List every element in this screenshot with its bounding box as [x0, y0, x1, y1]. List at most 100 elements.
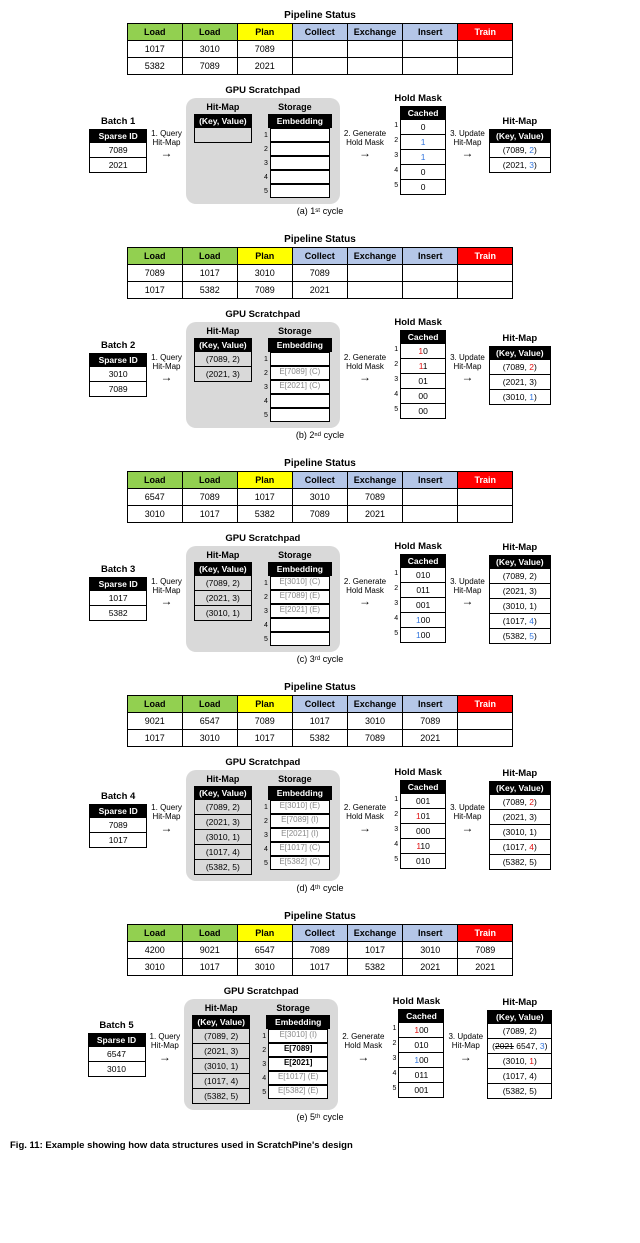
pipeline-cell: 1017 [237, 489, 292, 506]
row-num: 2 [390, 811, 398, 826]
storage-cell: E[2021] (C) [270, 380, 330, 394]
pipeline-cell: 2021 [347, 506, 403, 523]
row-num: 2 [260, 146, 268, 153]
pipeline-cell: 1017 [347, 942, 403, 959]
pipeline-title: Pipeline Status [10, 10, 630, 21]
row-num: 3 [390, 826, 398, 841]
pipeline-header: Load [182, 696, 237, 713]
pipeline-cell [347, 265, 403, 282]
hitmap-out: (Key, Value)(7089, 2)(2021, 3)(3010, 1) [489, 346, 551, 405]
hitmap-in: (Key, Value)(7089, 2)(2021, 3)(3010, 1)(… [192, 1015, 250, 1104]
holdmask-cell: 0 [401, 164, 446, 179]
hitmap-out-title: Hit-Map [502, 333, 537, 344]
row-num: 5 [390, 182, 398, 197]
hitmap-in: (Key, Value)(7089, 2)(2021, 3) [194, 338, 252, 382]
pipeline-cell: 3010 [127, 506, 182, 523]
holdmask-table: Cached1011010000 [400, 330, 446, 419]
pipeline-cell: 7089 [292, 942, 347, 959]
row-num: 1 [260, 132, 268, 139]
scratchpad-title: GPU Scratchpad [225, 533, 300, 544]
row-num: 1 [388, 1025, 396, 1040]
storage-sub: Storage [278, 102, 312, 112]
storage-cell [270, 618, 330, 632]
pipeline-table: LoadLoadPlanCollectExchangeInsertTrain10… [127, 23, 514, 75]
pipeline-cell: 7089 [292, 506, 347, 523]
hitmap-out-title: Hit-Map [502, 116, 537, 127]
pipeline-cell [403, 282, 458, 299]
pipeline-cell: 5382 [182, 282, 237, 299]
holdmask-title: Hold Mask [393, 996, 441, 1007]
storage-sub: Storage [278, 774, 312, 784]
pipeline-cell: 7089 [237, 713, 292, 730]
pipeline-header: Load [127, 925, 182, 942]
pipeline-cell: 1017 [292, 959, 347, 976]
hitmap-out-cell: (1017, 4) [489, 840, 550, 855]
holdmask-cell: 010 [401, 854, 446, 869]
pipeline-cell: 2021 [403, 959, 458, 976]
storage-header: Embedding [268, 338, 332, 352]
pipeline-header: Exchange [347, 24, 403, 41]
pipeline-cell: 7089 [347, 730, 403, 747]
cycle-caption: (d) 4ᵗʰ cycle [10, 883, 630, 893]
pipeline-cell [403, 506, 458, 523]
storage-cell: E[5382] (E) [268, 1085, 328, 1099]
hitmap-in: (Key, Value) [194, 114, 252, 143]
pipeline-header: Insert [403, 24, 458, 41]
row-num: 5 [260, 636, 268, 643]
storage-cell: E[1017] (C) [270, 842, 330, 856]
holdmask-table: Cached01100 [400, 106, 446, 195]
hitmap-in-cell: (5382, 5) [194, 860, 251, 875]
batch-table-cell: 5382 [90, 606, 147, 621]
figure-caption: Fig. 11: Example showing how data struct… [10, 1140, 630, 1151]
batch-table-cell: 3010 [90, 367, 147, 382]
pipeline-cell [403, 489, 458, 506]
pipeline-cell: 1017 [182, 959, 237, 976]
holdmask-cell: 001 [401, 597, 446, 612]
holdmask-cell: 0 [401, 179, 446, 194]
pipeline-cell [403, 265, 458, 282]
pipeline-cell: 5382 [347, 959, 403, 976]
pipeline-header: Collect [292, 24, 347, 41]
pipeline-header: Collect [292, 696, 347, 713]
storage-cell: E[3010] (E) [270, 800, 330, 814]
holdmask-cell: 001 [401, 794, 446, 809]
batch-label: Batch 4 [101, 791, 135, 802]
row-num: 4 [390, 391, 398, 406]
pipeline-cell [458, 506, 513, 523]
storage-cell [270, 128, 330, 142]
hitmap-out-cell: (5382, 5) [489, 855, 550, 870]
hitmap-out-cell: (2021, 3) [489, 583, 550, 598]
hitmap-out-cell: (2021, 3) [489, 810, 550, 825]
batch-table-cell: 7089 [90, 382, 147, 397]
hitmap-in-cell: (5382, 5) [193, 1089, 250, 1104]
hitmap-out-cell: (2021, 3) [489, 374, 550, 389]
row-num: 1 [260, 356, 268, 363]
pipeline-cell [458, 489, 513, 506]
hitmap-sub: Hit-Map [206, 326, 239, 336]
pipeline-cell [403, 58, 458, 75]
pipeline-table: LoadLoadPlanCollectExchangeInsertTrain65… [127, 471, 514, 523]
pipeline-cell: 6547 [127, 489, 182, 506]
pipeline-title: Pipeline Status [10, 458, 630, 469]
scratchpad-title: GPU Scratchpad [224, 986, 299, 997]
pipeline-header: Exchange [347, 696, 403, 713]
hitmap-in-cell: (2021, 3) [194, 815, 251, 830]
pipeline-cell: 3010 [237, 265, 292, 282]
row-num: 4 [260, 398, 268, 405]
pipeline-cell: 1017 [237, 730, 292, 747]
pipeline-header: Train [458, 248, 513, 265]
flow-arrow: 3. UpdateHit-Map→ [450, 804, 485, 834]
flow-arrow: 3. UpdateHit-Map→ [450, 578, 485, 608]
row-num: 3 [260, 608, 268, 615]
pipeline-cell: 5382 [127, 58, 182, 75]
pipeline-cell: 9021 [182, 942, 237, 959]
pipeline-header: Insert [403, 472, 458, 489]
row-num: 5 [260, 412, 268, 419]
storage-header: Embedding [268, 114, 332, 128]
batch-table-header: Sparse ID [90, 354, 147, 367]
pipeline-cell: 5382 [237, 506, 292, 523]
pipeline-cell: 9021 [127, 713, 182, 730]
flow-arrow: 3. UpdateHit-Map→ [450, 130, 485, 160]
batch-table-header: Sparse ID [90, 130, 147, 143]
row-num: 1 [390, 570, 398, 585]
